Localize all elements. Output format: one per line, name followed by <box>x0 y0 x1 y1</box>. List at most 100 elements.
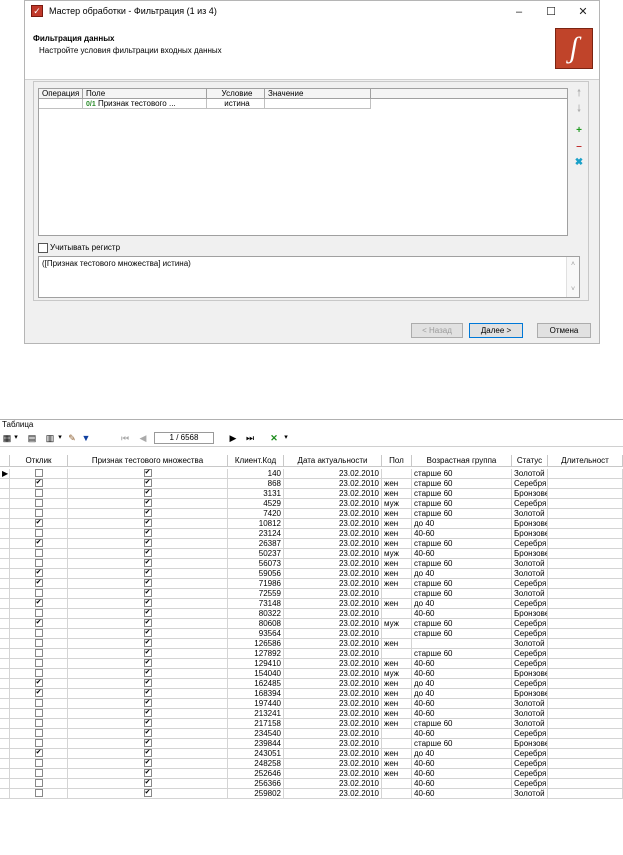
cell-sex[interactable]: жен <box>382 639 412 649</box>
case-sensitive-checkbox[interactable] <box>38 243 48 253</box>
checkbox[interactable]: ✔ <box>143 599 152 607</box>
cell-duration[interactable] <box>548 549 623 559</box>
cell-date[interactable]: 23.02.2010 <box>284 779 382 789</box>
cell-duration[interactable] <box>548 509 623 519</box>
row-indicator[interactable] <box>0 499 10 509</box>
cell-otklik[interactable] <box>10 739 68 749</box>
cell-status[interactable]: Золотой <box>512 469 548 479</box>
row-indicator[interactable] <box>0 769 10 779</box>
cell-otklik[interactable] <box>10 729 68 739</box>
table-row[interactable]: ✔ ✔ 59056 23.02.2010 жен до 40 Золотой <box>0 569 623 579</box>
add-condition-icon[interactable]: + <box>572 124 586 138</box>
cell-client-code[interactable]: 26387 <box>228 539 284 549</box>
clear-conditions-icon[interactable]: ✖ <box>572 156 586 170</box>
cell-sex[interactable]: жен <box>382 659 412 669</box>
cell-test-set[interactable]: ✔ <box>68 669 228 679</box>
cell-duration[interactable] <box>548 649 623 659</box>
cell-status[interactable]: Бронзове <box>512 609 548 619</box>
table-row[interactable]: ✔ 217158 23.02.2010 жен старше 60 Золотой <box>0 719 623 729</box>
cell-age-group[interactable]: 40-60 <box>412 659 512 669</box>
filter-icon[interactable]: ▼ <box>80 432 92 444</box>
cell-status[interactable]: Серебря <box>512 749 548 759</box>
cell-age-group[interactable]: старше 60 <box>412 469 512 479</box>
checkbox[interactable]: ✔ <box>34 519 43 527</box>
checkbox[interactable]: ✔ <box>34 479 43 487</box>
cell-duration[interactable] <box>548 789 623 799</box>
checkbox[interactable]: ✔ <box>143 649 152 657</box>
cell-date[interactable]: 23.02.2010 <box>284 529 382 539</box>
table-row[interactable]: ✔ 197440 23.02.2010 жен 40-60 Золотой <box>0 699 623 709</box>
table-row[interactable]: ✔ ✔ 868 23.02.2010 жен старше 60 Серебря <box>0 479 623 489</box>
cell-otklik[interactable] <box>10 779 68 789</box>
checkbox[interactable]: ✔ <box>34 749 43 757</box>
cell-client-code[interactable]: 7420 <box>228 509 284 519</box>
row-indicator[interactable] <box>0 709 10 719</box>
row-indicator[interactable] <box>0 729 10 739</box>
cell-duration[interactable] <box>548 669 623 679</box>
cell-duration[interactable] <box>548 639 623 649</box>
cell-age-group[interactable]: 40-60 <box>412 789 512 799</box>
cell-client-code[interactable]: 3131 <box>228 489 284 499</box>
cell-otklik[interactable] <box>10 629 68 639</box>
cell-age-group[interactable]: старше 60 <box>412 489 512 499</box>
next-record-icon[interactable]: ▶ <box>228 432 238 444</box>
checkbox[interactable]: ✔ <box>143 479 152 487</box>
table-row[interactable]: ✔ ✔ 71986 23.02.2010 жен старше 60 Серебря <box>0 579 623 589</box>
cell-date[interactable]: 23.02.2010 <box>284 489 382 499</box>
checkbox[interactable]: ✔ <box>34 569 43 577</box>
cell-otklik[interactable]: ✔ <box>10 619 68 629</box>
cell-sex[interactable]: жен <box>382 579 412 589</box>
cell-condition[interactable]: истина <box>207 99 265 109</box>
cell-test-set[interactable]: ✔ <box>68 499 228 509</box>
cell-test-set[interactable]: ✔ <box>68 549 228 559</box>
checkbox[interactable] <box>34 739 43 747</box>
cell-client-code[interactable]: 93564 <box>228 629 284 639</box>
cell-date[interactable]: 23.02.2010 <box>284 739 382 749</box>
cell-test-set[interactable]: ✔ <box>68 779 228 789</box>
filter-expression-box[interactable]: ([Признак тестового множества] истина) ˄… <box>38 256 580 298</box>
checkbox[interactable]: ✔ <box>143 469 152 477</box>
cell-test-set[interactable]: ✔ <box>68 469 228 479</box>
cell-test-set[interactable]: ✔ <box>68 629 228 639</box>
cell-duration[interactable] <box>548 619 623 629</box>
cell-date[interactable]: 23.02.2010 <box>284 609 382 619</box>
cell-operation[interactable] <box>39 99 83 109</box>
checkbox[interactable]: ✔ <box>143 539 152 547</box>
cell-test-set[interactable]: ✔ <box>68 579 228 589</box>
row-indicator[interactable] <box>0 719 10 729</box>
cell-sex[interactable] <box>382 789 412 799</box>
last-record-icon[interactable]: ⏭ <box>244 432 256 444</box>
row-indicator[interactable] <box>0 629 10 639</box>
cell-date[interactable]: 23.02.2010 <box>284 599 382 609</box>
col-header-test-set[interactable]: Признак тестового множества <box>68 455 228 467</box>
checkbox[interactable] <box>34 629 43 637</box>
cell-otklik[interactable]: ✔ <box>10 519 68 529</box>
cell-otklik[interactable]: ✔ <box>10 479 68 489</box>
table-row[interactable]: ✔ ✔ 80608 23.02.2010 муж старше 60 Серебря <box>0 619 623 629</box>
cell-status[interactable]: Бронзове <box>512 489 548 499</box>
cell-status[interactable]: Серебря <box>512 479 548 489</box>
cell-otklik[interactable] <box>10 669 68 679</box>
checkbox[interactable] <box>34 639 43 647</box>
cell-date[interactable]: 23.02.2010 <box>284 479 382 489</box>
cell-client-code[interactable]: 73148 <box>228 599 284 609</box>
cell-test-set[interactable]: ✔ <box>68 679 228 689</box>
checkbox[interactable]: ✔ <box>143 739 152 747</box>
cell-duration[interactable] <box>548 559 623 569</box>
cell-test-set[interactable]: ✔ <box>68 489 228 499</box>
cell-duration[interactable] <box>548 469 623 479</box>
row-indicator[interactable] <box>0 529 10 539</box>
cell-status[interactable]: Золотой <box>512 709 548 719</box>
cell-otklik[interactable] <box>10 469 68 479</box>
cell-status[interactable]: Серебря <box>512 659 548 669</box>
cell-client-code[interactable]: 127892 <box>228 649 284 659</box>
data-grid[interactable]: Отклик Признак тестового множества Клиен… <box>0 455 623 855</box>
row-indicator[interactable] <box>0 659 10 669</box>
cell-sex[interactable] <box>382 469 412 479</box>
cell-client-code[interactable]: 10812 <box>228 519 284 529</box>
checkbox[interactable] <box>34 709 43 717</box>
cell-sex[interactable] <box>382 649 412 659</box>
checkbox[interactable]: ✔ <box>143 729 152 737</box>
cell-client-code[interactable]: 197440 <box>228 699 284 709</box>
cell-client-code[interactable]: 23124 <box>228 529 284 539</box>
